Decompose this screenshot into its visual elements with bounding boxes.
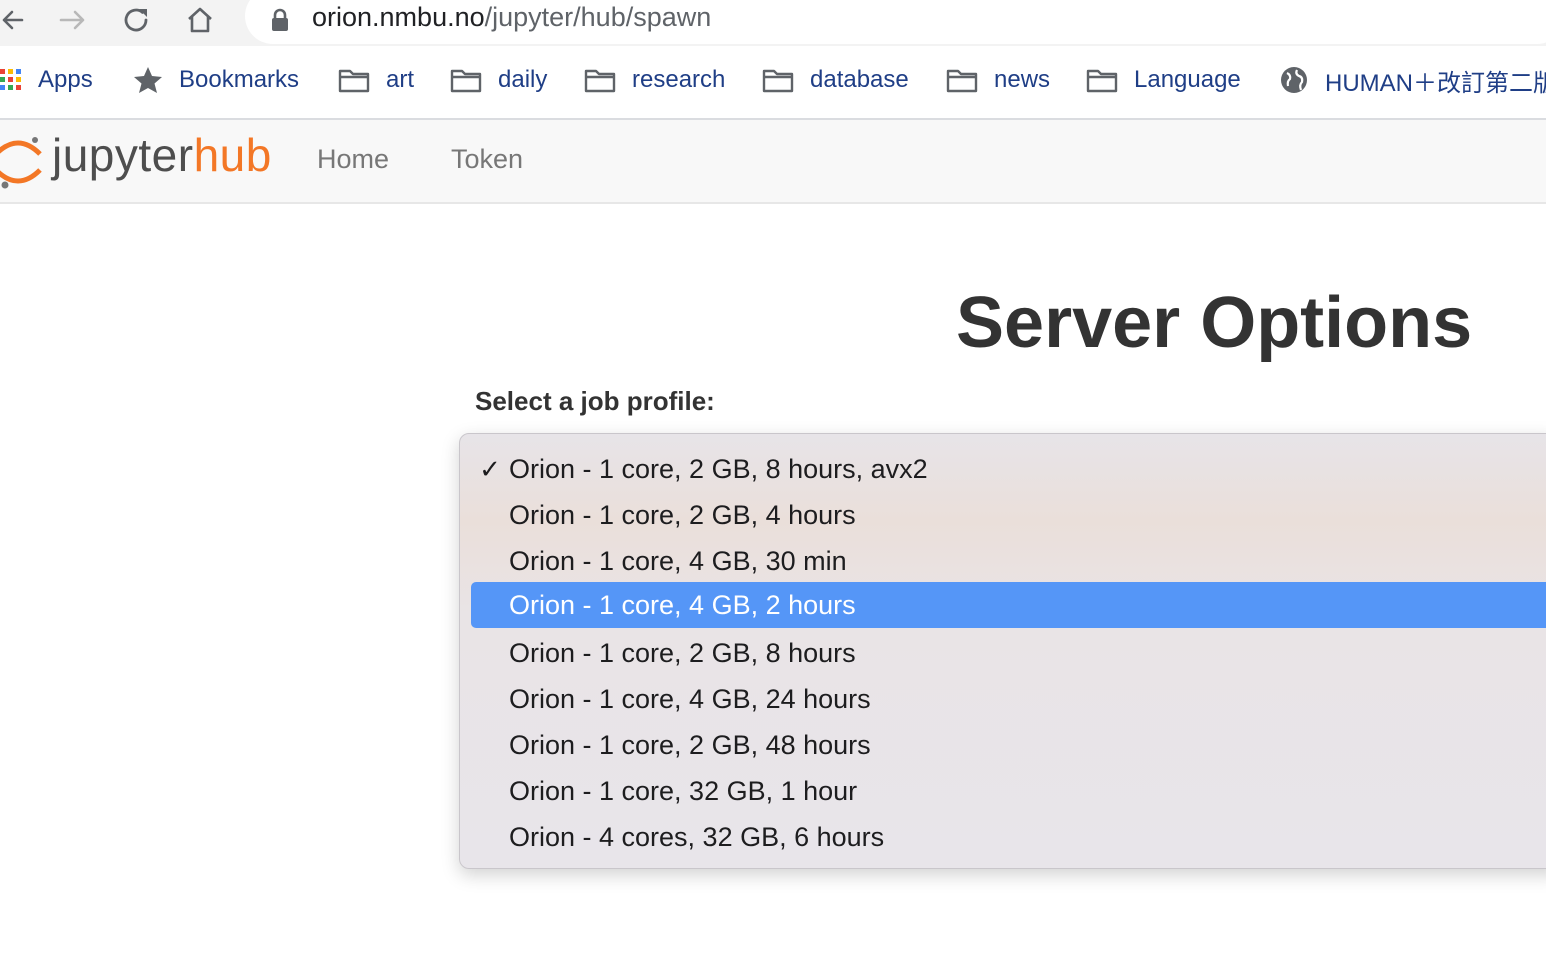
job-profile-option[interactable]: Orion - 1 core, 32 GB, 1 hour: [471, 768, 1546, 814]
bookmark-bookmarks[interactable]: Bookmarks: [133, 60, 299, 100]
bookmark-folder-database[interactable]: database: [762, 60, 909, 100]
url-path: /jupyter/hub/spawn: [484, 2, 712, 32]
job-profile-option-highlighted[interactable]: Orion - 1 core, 4 GB, 2 hours: [471, 582, 1546, 628]
option-label: Orion - 1 core, 2 GB, 8 hours: [509, 637, 856, 668]
option-label: Orion - 1 core, 2 GB, 48 hours: [509, 729, 871, 760]
bookmark-folder-language[interactable]: Language: [1086, 60, 1241, 100]
back-button[interactable]: [0, 0, 26, 40]
nav-token-link[interactable]: Token: [451, 144, 523, 175]
bookmark-label: HUMAN＋改訂第二版: [1325, 69, 1546, 97]
page-title: Server Options: [956, 283, 1473, 363]
jupyter-logo-icon[interactable]: [0, 130, 44, 197]
folder-icon: [450, 67, 482, 93]
bookmark-folder-daily[interactable]: daily: [450, 60, 547, 100]
reload-button[interactable]: [118, 0, 154, 40]
job-profile-dropdown-menu[interactable]: ✓ Orion - 1 core, 2 GB, 8 hours, avx2 Or…: [459, 433, 1546, 869]
forward-arrow-icon: [59, 10, 85, 30]
folder-icon: [946, 67, 978, 93]
bookmark-label: Bookmarks: [179, 66, 300, 93]
bookmark-folder-news[interactable]: news: [946, 60, 1050, 100]
folder-icon: [762, 67, 794, 93]
option-label: Orion - 1 core, 4 GB, 24 hours: [509, 683, 871, 714]
url-host: orion.nmbu.no: [312, 2, 485, 32]
forward-button[interactable]: [55, 0, 89, 40]
bookmark-label: database: [810, 66, 909, 93]
job-profile-label: Select a job profile:: [475, 386, 715, 416]
job-profile-option[interactable]: Orion - 1 core, 2 GB, 4 hours: [471, 492, 1546, 538]
bookmark-apps[interactable]: Apps: [0, 60, 93, 100]
bookmark-label: research: [632, 66, 726, 93]
star-icon: [133, 66, 163, 94]
globe-icon: [1279, 65, 1309, 95]
bookmark-folder-research[interactable]: research: [584, 60, 725, 100]
home-icon: [188, 7, 212, 33]
bookmark-human[interactable]: HUMAN＋改訂第二版: [1279, 60, 1546, 100]
home-button[interactable]: [183, 0, 217, 40]
lock-icon: [270, 8, 290, 37]
jupyterhub-navbar: jupyterhub Home Token: [0, 120, 1546, 204]
option-label: Orion - 4 cores, 32 GB, 6 hours: [509, 821, 885, 852]
bookmark-folder-art[interactable]: art: [338, 60, 414, 100]
option-label: Orion - 1 core, 2 GB, 4 hours: [509, 499, 856, 530]
apps-grid-icon: [0, 67, 22, 93]
job-profile-option[interactable]: Orion - 1 core, 4 GB, 30 min: [471, 538, 1546, 584]
bookmark-label: news: [994, 66, 1051, 93]
option-label: Orion - 1 core, 2 GB, 8 hours, avx2: [509, 453, 928, 484]
bookmark-label: Language: [1134, 66, 1241, 93]
reload-icon: [124, 8, 148, 32]
job-profile-option[interactable]: Orion - 4 cores, 32 GB, 6 hours: [471, 814, 1546, 860]
logo-jupyter-text: jupyter: [52, 129, 194, 181]
job-profile-option[interactable]: Orion - 1 core, 4 GB, 24 hours: [471, 676, 1546, 722]
bookmarks-bar: Apps Bookmarks art daily research databa…: [0, 46, 1546, 120]
folder-icon: [1086, 67, 1118, 93]
folder-icon: [338, 67, 370, 93]
option-label: Orion - 1 core, 32 GB, 1 hour: [509, 775, 858, 806]
bookmark-label: art: [386, 66, 415, 93]
logo-hub-text: hub: [193, 129, 272, 181]
bookmark-label: daily: [498, 66, 548, 93]
folder-icon: [584, 67, 616, 93]
job-profile-option[interactable]: Orion - 1 core, 2 GB, 8 hours: [471, 630, 1546, 676]
job-profile-option[interactable]: Orion - 1 core, 2 GB, 48 hours: [471, 722, 1546, 768]
option-label: Orion - 1 core, 4 GB, 30 min: [509, 545, 847, 576]
url-text[interactable]: orion.nmbu.no/jupyter/hub/spawn: [312, 2, 711, 33]
back-arrow-icon: [2, 10, 24, 30]
option-label: Orion - 1 core, 4 GB, 2 hours: [509, 589, 856, 620]
jupyterhub-logo-text[interactable]: jupyterhub: [52, 128, 272, 182]
browser-toolbar: orion.nmbu.no/jupyter/hub/spawn: [0, 0, 1546, 46]
checkmark-icon: ✓: [479, 453, 501, 484]
nav-home-link[interactable]: Home: [317, 144, 389, 175]
bookmark-label: Apps: [38, 66, 93, 93]
job-profile-option[interactable]: ✓ Orion - 1 core, 2 GB, 8 hours, avx2: [471, 446, 1546, 492]
